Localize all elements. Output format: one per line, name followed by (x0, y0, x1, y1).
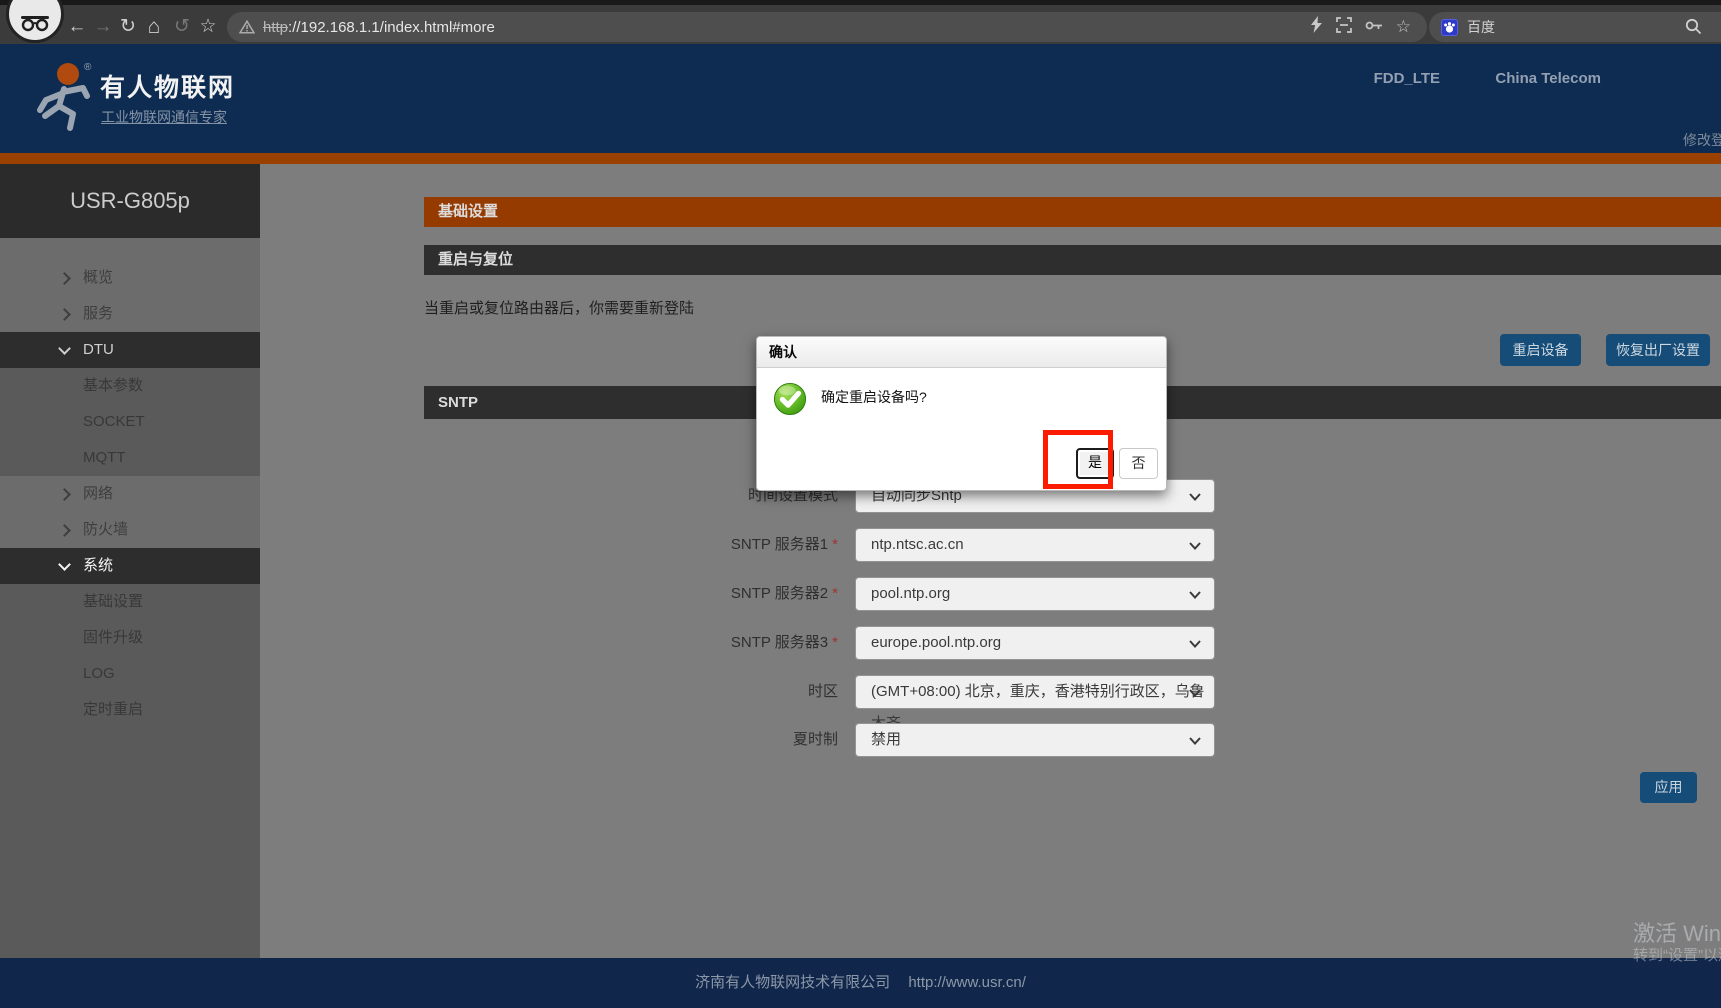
chevron-down-icon (1189, 591, 1201, 599)
sidebar-item-basic-params[interactable]: 基本参数 (0, 368, 260, 404)
windows-activation-watermark-sub: 转到“设置”以激活 Windows。 (1633, 947, 1721, 964)
accent-divider (0, 153, 1721, 164)
browser-toolbar: ← → ↻ ⌂ ↺ ☆ http://192.168.1.1/index.htm… (0, 0, 1721, 44)
sidebar-item-services[interactable]: 服务 (0, 296, 260, 332)
label-sntp-server3: SNTP 服务器3 * (730, 634, 838, 651)
select-sntp-server1[interactable]: ntp.ntsc.ac.cn (855, 528, 1215, 562)
required-mark: * (832, 585, 838, 602)
change-password-link[interactable]: 修改登录密码 (1683, 130, 1721, 150)
sidebar-item-basic-settings[interactable]: 基础设置 (0, 584, 260, 620)
label-timezone: 时区 (807, 683, 838, 700)
dialog-title: 确认 (757, 337, 1166, 368)
favorite-star-icon[interactable]: ☆ (1396, 18, 1411, 35)
sidebar-item-firmware-upgrade[interactable]: 固件升级 (0, 620, 260, 656)
network-mode-status: FDD_LTE (1373, 70, 1440, 87)
undo-button[interactable]: ↺ (169, 14, 195, 40)
apply-button[interactable]: 应用 (1640, 772, 1697, 803)
incognito-glasses-icon (21, 16, 49, 32)
forward-button[interactable]: → (90, 14, 116, 40)
sidebar-item-system[interactable]: 系统 (0, 548, 260, 584)
bookmark-star-button[interactable]: ☆ (195, 14, 221, 40)
device-model-title: USR-G805p (0, 164, 260, 238)
footer-website-link[interactable]: http://www.usr.cn/ (908, 974, 1026, 991)
back-button[interactable]: ← (64, 14, 90, 40)
svg-text:®: ® (84, 62, 92, 73)
sidebar-item-overview[interactable]: 概览 (0, 260, 260, 296)
select-sntp-server3[interactable]: europe.pool.ntp.org (855, 626, 1215, 660)
address-bar[interactable]: http://192.168.1.1/index.html#more ☆ (227, 12, 1427, 42)
search-box[interactable]: 百度 (1429, 12, 1721, 42)
search-engine-label: 百度 (1467, 19, 1495, 35)
label-sntp-server1: SNTP 服务器1 * (730, 536, 838, 553)
brand-slogan: 工业物联网通信专家 (101, 109, 227, 125)
sidebar-item-dtu[interactable]: DTU (0, 332, 260, 368)
chevron-down-icon (1189, 493, 1201, 501)
select-sntp-server2[interactable]: pool.ntp.org (855, 577, 1215, 611)
required-mark: * (832, 536, 838, 553)
required-mark: * (832, 634, 838, 651)
label-sntp-server2: SNTP 服务器2 * (730, 585, 838, 602)
brand-title: 有人物联网 (100, 74, 236, 102)
baidu-logo-icon (1441, 18, 1458, 36)
label-daylight-saving: 夏时制 (792, 731, 838, 748)
key-icon[interactable] (1365, 18, 1383, 36)
usr-iot-logo: ® (28, 58, 100, 139)
dialog-message: 确定重启设备吗? (821, 389, 927, 405)
no-button[interactable]: 否 (1119, 448, 1158, 479)
chevron-down-icon (1189, 689, 1201, 697)
site-header: ® 有人物联网 工业物联网通信专家 FDD_LTE China Telecom … (0, 44, 1721, 153)
chevron-right-icon (58, 524, 71, 537)
sidebar: USR-G805p 概览 服务 DTU 基本参数 SOCKET MQTT 网络 … (0, 164, 260, 958)
success-check-icon (773, 382, 807, 421)
search-icon[interactable] (1685, 18, 1702, 40)
chevron-down-icon (58, 342, 71, 355)
footer-company: 济南有人物联网技术有限公司 (695, 974, 891, 991)
sidebar-item-scheduled-restart[interactable]: 定时重启 (0, 692, 260, 728)
chevron-right-icon (58, 272, 71, 285)
scan-frame-icon[interactable] (1335, 16, 1352, 38)
lightning-icon[interactable] (1310, 16, 1323, 38)
select-timezone[interactable]: (GMT+08:00) 北京，重庆，香港特别行政区，乌鲁木齐 (855, 675, 1215, 732)
carrier-status: China Telecom (1495, 70, 1601, 87)
select-daylight-saving[interactable]: 禁用 (855, 723, 1215, 757)
not-secure-warning-icon (239, 20, 255, 34)
home-button[interactable]: ⌂ (141, 14, 167, 40)
url-text: http://192.168.1.1/index.html#more (263, 18, 495, 36)
sidebar-item-network[interactable]: 网络 (0, 476, 260, 512)
sidebar-item-firewall[interactable]: 防火墙 (0, 512, 260, 548)
restart-note: 当重启或复位路由器后，你需要重新登陆 (424, 300, 695, 317)
sidebar-item-log[interactable]: LOG (0, 656, 260, 692)
annotation-highlight (1043, 430, 1113, 489)
sidebar-item-socket[interactable]: SOCKET (0, 404, 260, 440)
restart-section-header: 重启与复位 (424, 245, 1721, 275)
page-footer: 济南有人物联网技术有限公司 http://www.usr.cn/ (0, 958, 1721, 1008)
factory-reset-button[interactable]: 恢复出厂设置 (1606, 334, 1710, 366)
chevron-right-icon (58, 308, 71, 321)
reload-button[interactable]: ↻ (115, 14, 141, 40)
incognito-avatar-icon[interactable] (6, 0, 64, 43)
page-title-bar: 基础设置 (424, 197, 1721, 227)
chevron-down-icon (1189, 737, 1201, 745)
chevron-down-icon (58, 558, 71, 571)
chevron-down-icon (1189, 542, 1201, 550)
chevron-right-icon (58, 488, 71, 501)
chevron-down-icon (1189, 640, 1201, 648)
sidebar-item-mqtt[interactable]: MQTT (0, 440, 260, 476)
restart-device-button[interactable]: 重启设备 (1500, 334, 1581, 366)
